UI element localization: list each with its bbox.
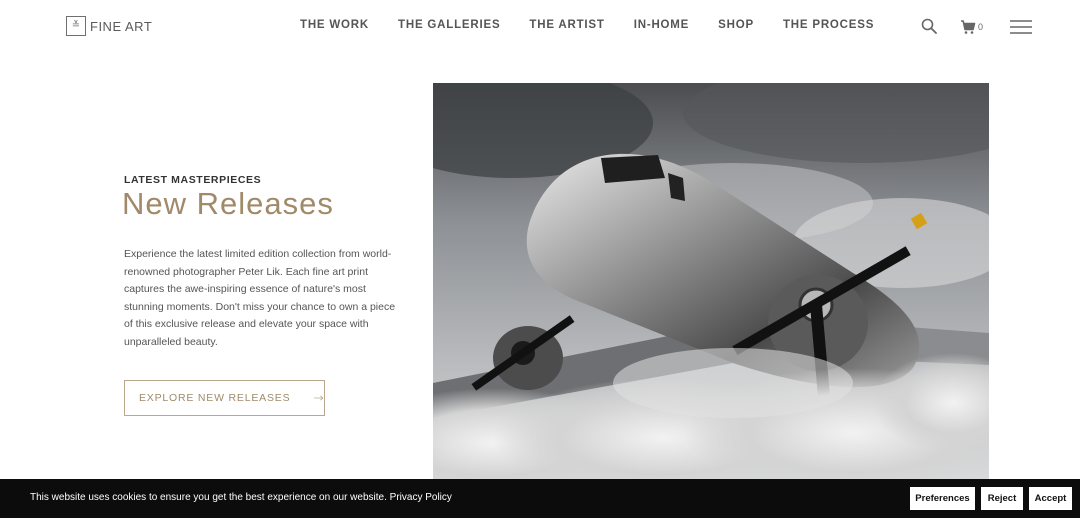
- logo-text: FINE ART: [90, 18, 153, 34]
- cookie-reject-button[interactable]: Reject: [981, 487, 1023, 510]
- hero-description: Experience the latest limited edition co…: [124, 248, 396, 348]
- cart-count-badge: 0: [978, 22, 984, 32]
- cookie-accept-button[interactable]: Accept: [1029, 487, 1072, 510]
- main-nav: THE WORK THE GALLERIES THE ARTIST IN-HOM…: [300, 19, 903, 31]
- nav-item-the-work[interactable]: THE WORK: [300, 19, 369, 31]
- hero-artwork-image[interactable]: [433, 83, 989, 479]
- hamburger-menu-icon[interactable]: [1010, 20, 1032, 34]
- site-logo[interactable]: ≚ FINE ART: [66, 16, 152, 36]
- nav-item-the-galleries[interactable]: THE GALLERIES: [398, 19, 500, 31]
- explore-new-releases-button[interactable]: EXPLORE NEW RELEASES: [124, 380, 325, 416]
- cookie-preferences-button[interactable]: Preferences: [910, 487, 975, 510]
- nav-item-shop[interactable]: SHOP: [718, 19, 754, 31]
- nav-item-the-process[interactable]: THE PROCESS: [783, 19, 874, 31]
- search-icon[interactable]: [921, 18, 937, 34]
- hero-eyebrow: LATEST MASTERPIECES: [124, 174, 262, 186]
- nav-item-the-artist[interactable]: THE ARTIST: [529, 19, 604, 31]
- privacy-policy-link[interactable]: Privacy Policy: [390, 492, 452, 503]
- cart-button[interactable]: 0: [960, 18, 990, 36]
- cart-icon: [961, 20, 976, 34]
- site-header: ≚ FINE ART THE WORK THE GALLERIES THE AR…: [0, 0, 1080, 56]
- cookie-message-text: This website uses cookies to ensure you …: [30, 492, 387, 503]
- cookie-consent-bar: This website uses cookies to ensure you …: [0, 479, 1080, 518]
- cta-label: EXPLORE NEW RELEASES: [139, 392, 291, 404]
- nav-item-in-home[interactable]: IN-HOME: [634, 19, 689, 31]
- cookie-message: This website uses cookies to ensure you …: [30, 492, 452, 503]
- arrow-right-icon: [314, 395, 324, 401]
- hero-title: New Releases: [122, 186, 334, 221]
- logo-mark-icon: ≚: [66, 16, 86, 36]
